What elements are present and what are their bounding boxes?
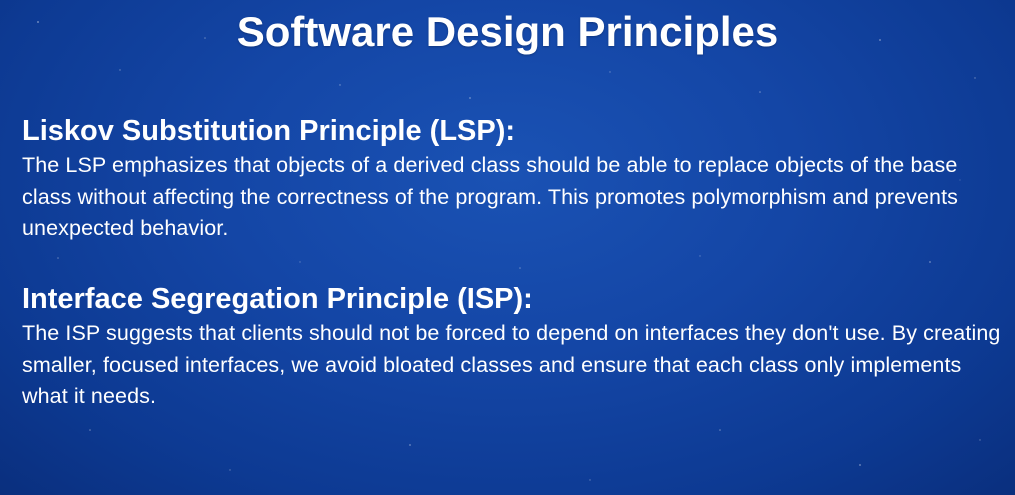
section-heading-isp: Interface Segregation Principle (ISP): — [22, 283, 533, 315]
section-heading-lsp: Liskov Substitution Principle (LSP): — [22, 115, 516, 147]
slide-title: Software Design Principles — [236, 8, 779, 55]
section-body-lsp: The LSP emphasizes that objects of a der… — [22, 153, 959, 240]
slide: Software Design Principles Liskov Substi… — [0, 0, 1015, 495]
section-isp: Interface Segregation Principle (ISP): T… — [22, 280, 1005, 413]
section-body-isp: The ISP suggests that clients should not… — [22, 321, 1001, 408]
section-lsp: Liskov Substitution Principle (LSP): The… — [22, 112, 1005, 245]
